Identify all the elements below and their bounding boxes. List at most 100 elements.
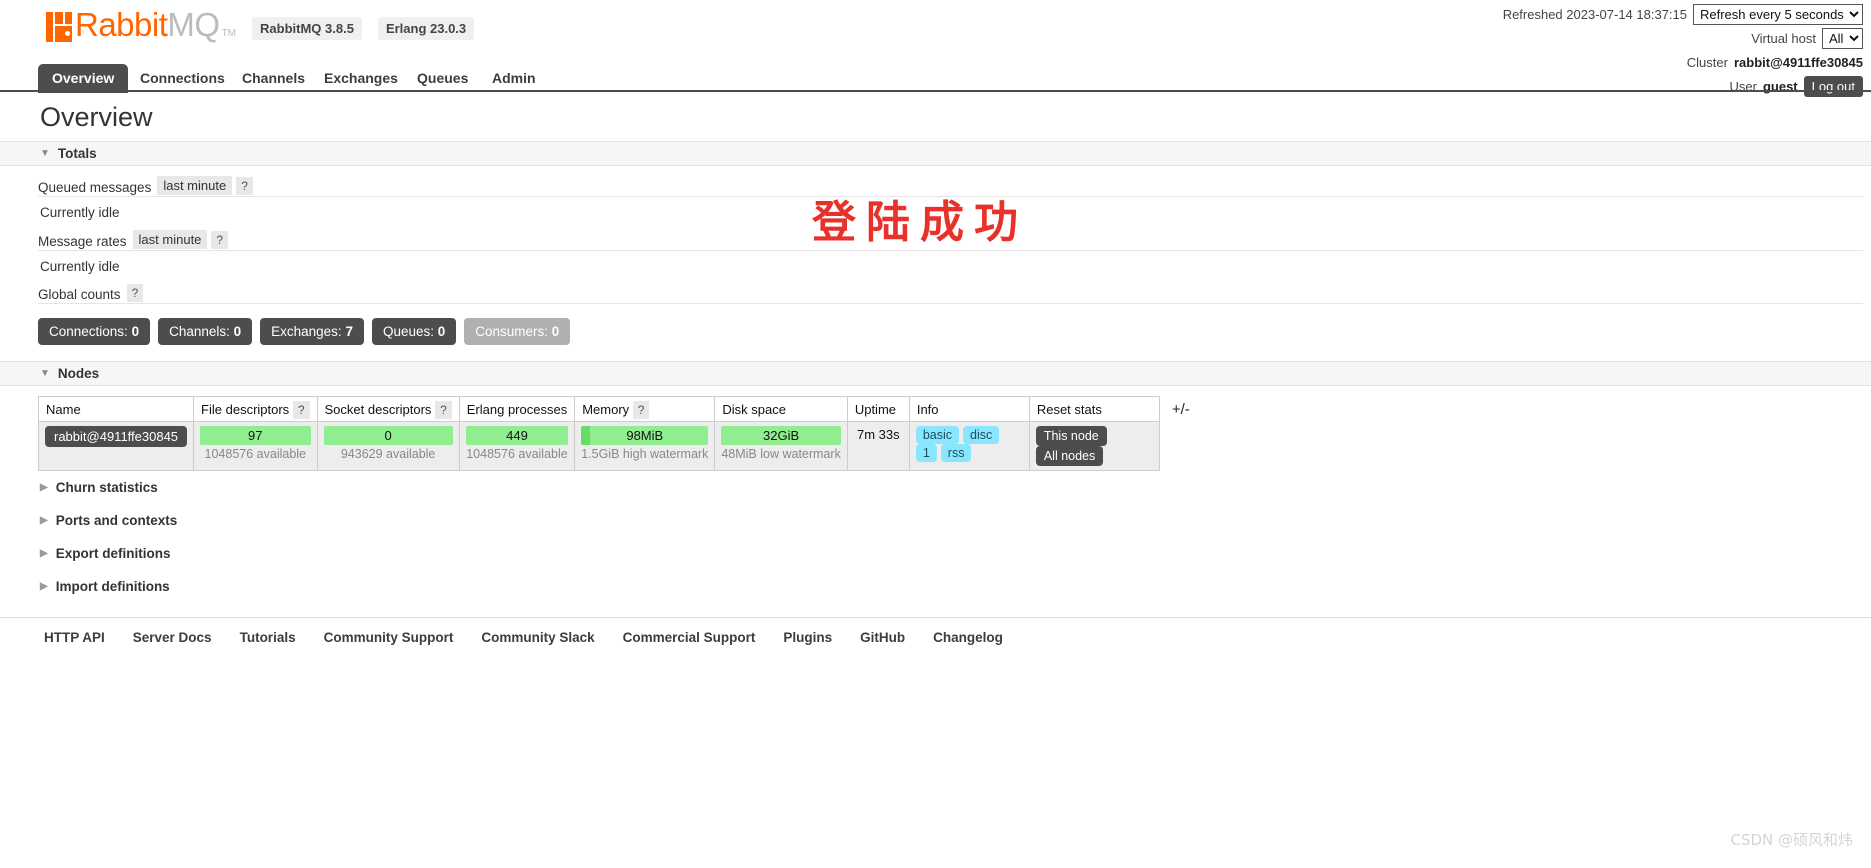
vhost-select[interactable]: All: [1822, 28, 1863, 49]
global-counts-label: Global counts: [38, 287, 121, 302]
tab-channels[interactable]: Channels: [228, 64, 319, 93]
main-content: Overview ▼ Totals Queued messages last m…: [0, 96, 1871, 653]
brand-logo[interactable]: Rabbit MQ TM RabbitMQ 3.8.5 Erlang 23.0.3: [46, 6, 475, 43]
logo-trademark: TM: [221, 28, 237, 39]
tab-exchanges[interactable]: Exchanges: [310, 64, 412, 93]
footer-link-http-api[interactable]: HTTP API: [44, 630, 105, 645]
chevron-right-icon: ▶: [40, 580, 48, 592]
info-chip-rss[interactable]: rss: [940, 444, 972, 462]
memory-value: 98MiB: [626, 428, 664, 443]
chevron-right-icon: ▶: [40, 514, 48, 526]
file-descriptors-sub: 1048576 available: [204, 447, 307, 461]
queued-messages-help-icon[interactable]: ?: [236, 177, 253, 195]
refresh-interval-select[interactable]: Refresh every 5 seconds: [1693, 4, 1863, 25]
chevron-right-icon: ▶: [40, 547, 48, 559]
socket-descriptors-bar: 0: [323, 426, 453, 445]
info-chip-disc[interactable]: disc: [963, 426, 1000, 444]
message-rates-help-icon[interactable]: ?: [211, 231, 229, 249]
tab-queues[interactable]: Queues: [403, 64, 482, 93]
footer-link-github[interactable]: GitHub: [860, 630, 905, 645]
csdn-watermark: CSDN @硕风和炜: [1730, 831, 1853, 849]
queued-messages-range-chip[interactable]: last minute: [157, 176, 233, 195]
nodes-table-wrapper: Name File descriptors ? Socket descripto…: [0, 396, 1871, 471]
col-reset-stats: Reset stats: [1028, 396, 1160, 422]
section-label: Import definitions: [55, 579, 170, 594]
footer-link-changelog[interactable]: Changelog: [933, 630, 1003, 645]
footer-link-commercial-support[interactable]: Commercial Support: [623, 630, 756, 645]
reset-stats-all-nodes-button[interactable]: All nodes: [1035, 446, 1104, 466]
cell-file-descriptors: 97 1048576 available: [193, 421, 318, 471]
count-button-exchanges[interactable]: Exchanges: 7: [260, 318, 364, 345]
cell-info: basic disc 1 rss: [908, 421, 1030, 471]
info-chip-1[interactable]: 1: [915, 444, 937, 462]
footer-link-community-slack[interactable]: Community Slack: [481, 630, 594, 645]
section-header-nodes[interactable]: ▼ Nodes: [0, 361, 1871, 386]
file-descriptors-help-icon[interactable]: ?: [292, 400, 310, 419]
footer-link-server-docs[interactable]: Server Docs: [133, 630, 212, 645]
footer-link-community-support[interactable]: Community Support: [324, 630, 454, 645]
logo-text-mq: MQ: [167, 6, 220, 43]
message-rates-label: Message rates: [38, 234, 127, 249]
disk-space-bar: 32GiB: [721, 426, 841, 445]
reset-stats-this-node-button[interactable]: This node: [1035, 426, 1107, 446]
cell-disk-space: 32GiB 48MiB low watermark: [714, 421, 848, 471]
memory-help-icon[interactable]: ?: [632, 400, 650, 419]
logo-text-rabbit: Rabbit: [75, 6, 168, 43]
socket-descriptors-help-icon[interactable]: ?: [435, 400, 452, 419]
message-rates-range-chip[interactable]: last minute: [132, 230, 208, 249]
section-header-export-definitions[interactable]: ▶ Export definitions: [0, 537, 1871, 570]
file-descriptors-bar: 97: [200, 426, 311, 445]
count-button-channels[interactable]: Channels: 0: [158, 318, 253, 345]
cell-erlang-processes: 449 1048576 available: [458, 421, 576, 471]
collapsed-sections: ▶ Churn statistics ▶ Ports and contexts ▶ Exp…: [0, 471, 1871, 603]
refreshed-timestamp: Refreshed 2023-07-14 18:37:15: [1502, 7, 1687, 22]
tab-admin[interactable]: Admin: [478, 64, 550, 93]
footer-links: HTTP API Server Docs Tutorials Community Su…: [0, 617, 1871, 653]
toggle-columns-button[interactable]: +/-: [1159, 396, 1198, 422]
section-header-import-definitions[interactable]: ▶ Import definitions: [0, 570, 1871, 603]
section-label: Churn statistics: [55, 480, 158, 495]
section-header-ports-and-contexts[interactable]: ▶ Ports and contexts: [0, 504, 1871, 537]
erlang-processes-value: 449: [506, 428, 528, 443]
message-rates-idle: Currently idle: [40, 259, 120, 274]
tab-overview[interactable]: Overview: [38, 64, 129, 93]
disk-space-sub: 48MiB low watermark: [721, 447, 841, 461]
section-header-churn-statistics[interactable]: ▶ Churn statistics: [0, 471, 1871, 504]
info-chip-basic[interactable]: basic: [915, 426, 960, 444]
col-memory: Memory ?: [574, 396, 716, 422]
count-button-consumers[interactable]: Consumers: 0: [464, 318, 571, 345]
erlang-processes-bar: 449: [465, 426, 569, 445]
chevron-down-icon: ▼: [40, 147, 50, 159]
page-title: Overview: [40, 102, 153, 132]
tab-connections[interactable]: Connections: [126, 64, 239, 93]
cell-node-name: rabbit@4911ffe30845: [37, 421, 195, 471]
message-rates-row: Message rates last minute ?: [38, 230, 1863, 251]
global-counts-buttons: Connections: 0 Channels: 0 Exchanges: 7 Que…: [0, 318, 1871, 345]
node-name-link[interactable]: rabbit@4911ffe30845: [45, 426, 188, 447]
page-header: Rabbit MQ TM RabbitMQ 3.8.5 Erlang 23.0.3 …: [0, 0, 1871, 97]
chevron-right-icon: ▶: [40, 481, 48, 493]
count-button-connections[interactable]: Connections: 0: [38, 318, 151, 345]
totals-body: Queued messages last minute ? Currently …: [0, 176, 1871, 304]
count-button-queues[interactable]: Queues: 0: [371, 318, 457, 345]
global-counts-row: Global counts ?: [38, 284, 1863, 304]
table-row: rabbit@4911ffe30845 97 1048576 available…: [37, 421, 1198, 471]
cell-socket-descriptors: 0 943629 available: [316, 421, 460, 471]
file-descriptors-value: 97: [248, 428, 263, 443]
socket-descriptors-sub: 943629 available: [340, 447, 436, 461]
global-counts-help-icon[interactable]: ?: [126, 284, 144, 302]
footer-link-plugins[interactable]: Plugins: [783, 630, 832, 645]
memory-bar-fill: [581, 426, 591, 445]
section-label: Export definitions: [55, 546, 171, 561]
socket-descriptors-value: 0: [384, 428, 392, 443]
cell-reset-stats: This nodeAll nodes: [1028, 421, 1160, 471]
section-header-totals[interactable]: ▼ Totals: [0, 141, 1871, 166]
rabbitmq-management-page: Rabbit MQ TM RabbitMQ 3.8.5 Erlang 23.0.3 …: [0, 0, 1871, 868]
cell-uptime: 7m 33s: [846, 421, 910, 471]
erlang-version-badge: Erlang 23.0.3: [377, 17, 475, 40]
footer-link-tutorials[interactable]: Tutorials: [240, 630, 296, 645]
main-navigation-tabs: Overview Connections Channels Exchanges Queu…: [0, 64, 1871, 93]
chevron-down-icon: ▼: [40, 367, 50, 379]
col-info: Info: [908, 396, 1030, 422]
cell-spacer: [1159, 422, 1197, 471]
